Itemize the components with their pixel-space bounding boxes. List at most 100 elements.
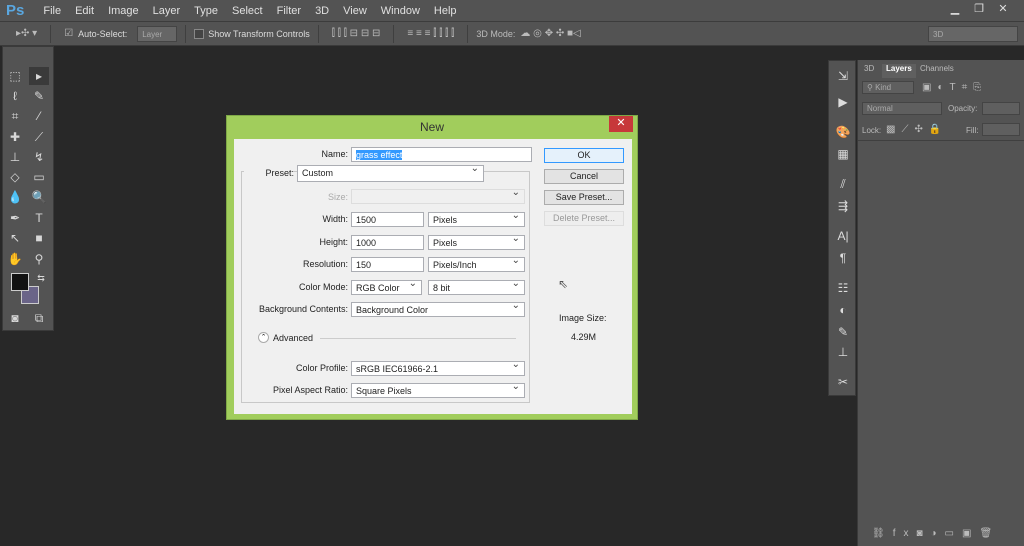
- menu-file[interactable]: File: [43, 5, 61, 17]
- menu-layer[interactable]: Layer: [153, 5, 181, 17]
- preset-dropdown[interactable]: Custom: [297, 163, 484, 182]
- dialog-close-button[interactable]: ✕: [609, 116, 633, 132]
- swatches-palette-icon[interactable]: 🎨: [834, 125, 852, 143]
- tab-3d[interactable]: 3D: [860, 64, 878, 78]
- marquee-tool-icon[interactable]: ⬚: [5, 67, 25, 85]
- save-preset-button[interactable]: Save Preset...: [544, 190, 624, 205]
- show-transform-checkbox[interactable]: [194, 28, 205, 39]
- menu-filter[interactable]: Filter: [277, 5, 301, 17]
- auto-select-checkbox[interactable]: ☑: [64, 28, 73, 39]
- filter-kind-dropdown[interactable]: ⚲ Kind: [862, 81, 914, 94]
- layer-actions-icons[interactable]: ⛓fx◙◑▭▣🗑: [872, 528, 1000, 539]
- zoom-tool-icon[interactable]: ⚲: [29, 250, 49, 268]
- path-select-icon[interactable]: ↖: [5, 229, 25, 247]
- width-input[interactable]: 1500: [351, 212, 424, 227]
- minimize-button[interactable]: ▁: [946, 2, 964, 16]
- swap-colors-icon[interactable]: ⇆: [31, 269, 51, 287]
- blur-tool-icon[interactable]: 💧: [5, 188, 25, 206]
- layer-filter-icons[interactable]: ▣◐T⌗⎘: [922, 82, 987, 93]
- distribute-icons[interactable]: ≡ ≡ ≡ ⫿ ⫿ ⫿ ⫿: [407, 28, 454, 39]
- ok-button[interactable]: OK: [544, 148, 624, 163]
- tab-layers[interactable]: Layers: [882, 64, 916, 78]
- divider: [393, 24, 395, 43]
- pixel-aspect-ratio-dropdown[interactable]: Square Pixels: [351, 381, 525, 398]
- gradient-tool-icon[interactable]: ▭: [29, 168, 49, 186]
- menu-image[interactable]: Image: [108, 5, 139, 17]
- align-icons[interactable]: ⫿ ⫿ ⫿ ⊟ ⊟ ⊟: [332, 28, 381, 39]
- brushes-icon[interactable]: ⫽: [834, 177, 852, 195]
- panel-icon-strip: ⇲ ▶ 🎨 ▦ ⫽ ⇶ A| ¶ ☷ ◐ ✎ ⊥ ✂: [828, 60, 856, 396]
- rectangle-tool-icon[interactable]: ■: [29, 229, 49, 247]
- lasso-tool-icon[interactable]: ℓ: [5, 87, 25, 105]
- eyedropper-tool-icon[interactable]: ⁄: [29, 107, 49, 125]
- width-unit-dropdown[interactable]: Pixels: [428, 210, 525, 227]
- hand-tool-icon[interactable]: ✋: [5, 250, 25, 268]
- tool-presets-icon[interactable]: ⇶: [834, 199, 852, 217]
- height-input[interactable]: 1000: [351, 235, 424, 250]
- type-tool-icon[interactable]: T: [29, 209, 49, 227]
- quick-mask-icon[interactable]: ◙: [5, 309, 25, 327]
- eraser-tool-icon[interactable]: ◇: [5, 168, 25, 186]
- menu-edit[interactable]: Edit: [75, 5, 94, 17]
- close-app-button[interactable]: ✕: [994, 2, 1012, 16]
- screen-mode-icon[interactable]: ⧉: [29, 309, 49, 327]
- resolution-unit-dropdown[interactable]: Pixels/Inch: [428, 255, 525, 272]
- background-contents-label: Background Contents:: [258, 304, 348, 314]
- name-input[interactable]: grass effect: [351, 147, 532, 162]
- clone-source-icon[interactable]: ⊥: [834, 345, 852, 363]
- restore-button[interactable]: ❐: [970, 2, 988, 16]
- divider: [320, 338, 516, 339]
- menu-window[interactable]: Window: [381, 5, 420, 17]
- styles-icon[interactable]: ◐: [834, 303, 852, 321]
- adjustments-icon[interactable]: ☷: [834, 281, 852, 299]
- dodge-tool-icon[interactable]: 🔍: [29, 188, 49, 206]
- lock-icons[interactable]: ▩⟋✣🔒: [886, 124, 947, 135]
- advanced-label[interactable]: Advanced: [273, 333, 313, 343]
- move-tool-preset-icon[interactable]: ▸✣ ▾: [16, 28, 37, 39]
- healing-brush-icon[interactable]: ✚: [5, 128, 25, 146]
- width-label: Width:: [322, 214, 348, 224]
- blend-mode-dropdown[interactable]: Normal: [862, 102, 942, 115]
- menu-select[interactable]: Select: [232, 5, 263, 17]
- divider: [467, 24, 469, 43]
- workspace-dropdown[interactable]: 3D: [928, 25, 1018, 42]
- dialog-title: New: [419, 120, 444, 134]
- paths-icon[interactable]: ✎: [834, 325, 852, 343]
- move-tool-icon[interactable]: ▸: [29, 67, 49, 85]
- foreground-color-swatch[interactable]: [11, 273, 29, 291]
- brush-tool-icon[interactable]: ⟋: [29, 128, 49, 146]
- advanced-toggle-icon[interactable]: ⌃: [258, 332, 269, 343]
- opacity-input[interactable]: [982, 102, 1020, 115]
- paragraph-icon[interactable]: ¶: [834, 251, 852, 269]
- auto-select-target-dropdown[interactable]: Layer: [137, 25, 178, 42]
- menu-view[interactable]: View: [343, 5, 367, 17]
- clone-stamp-icon[interactable]: ⊥: [5, 148, 25, 166]
- resolution-input[interactable]: 150: [351, 257, 424, 272]
- grid-icon[interactable]: ▦: [834, 147, 852, 165]
- menu-help[interactable]: Help: [434, 5, 457, 17]
- resolution-label: Resolution:: [302, 259, 348, 269]
- tools-x-icon[interactable]: ✂: [834, 375, 852, 393]
- actions-play-icon[interactable]: ▶: [834, 95, 852, 113]
- quick-select-tool-icon[interactable]: ✎: [29, 87, 49, 105]
- fill-input[interactable]: [982, 123, 1020, 136]
- color-profile-dropdown[interactable]: sRGB IEC61966-2.1: [351, 359, 525, 376]
- 3d-mode-icons[interactable]: ☁ ◎ ✥ ✣ ■◁: [520, 28, 580, 39]
- tab-channels[interactable]: Channels: [916, 64, 958, 78]
- menu-3d[interactable]: 3D: [315, 5, 329, 17]
- bit-depth-dropdown[interactable]: 8 bit: [428, 278, 525, 295]
- crop-tool-icon[interactable]: ⌗: [5, 107, 25, 125]
- character-icon[interactable]: A|: [834, 229, 852, 247]
- pen-tool-icon[interactable]: ✒: [5, 209, 25, 227]
- divider: [185, 24, 187, 43]
- background-contents-dropdown[interactable]: Background Color: [351, 300, 525, 317]
- history-brush-icon[interactable]: ↯: [29, 148, 49, 166]
- history-icon[interactable]: ⇲: [834, 69, 852, 87]
- options-bar: ▸✣ ▾ ☑ Auto-Select: Layer Show Transform…: [0, 21, 1024, 46]
- image-size-value: 4.29M: [571, 332, 597, 342]
- height-unit-dropdown[interactable]: Pixels: [428, 233, 525, 250]
- cancel-button[interactable]: Cancel: [544, 169, 624, 184]
- menu-type[interactable]: Type: [194, 5, 218, 17]
- lock-label: Lock:: [862, 126, 882, 135]
- color-mode-dropdown[interactable]: RGB Color: [351, 278, 422, 295]
